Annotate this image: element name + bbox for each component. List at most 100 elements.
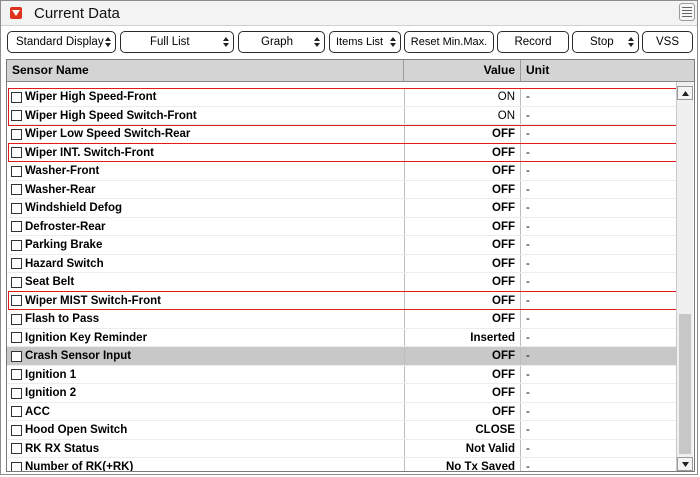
full-list-select[interactable]: Full List [120, 31, 234, 53]
row-checkbox[interactable] [11, 258, 22, 270]
sensor-value: OFF [404, 143, 521, 162]
sensor-unit: - [526, 257, 530, 270]
scrollbar-thumb[interactable] [679, 314, 691, 454]
toolbar: Standard Display Full List Graph Items L… [1, 27, 697, 59]
row-checkbox[interactable] [11, 128, 22, 140]
table-row[interactable]: Flash to Pass OFF - [7, 310, 676, 329]
scroll-up-button[interactable] [677, 86, 693, 100]
sensor-name: Wiper High Speed-Front [25, 91, 157, 103]
sensor-name-cell: Wiper MIST Switch-Front [7, 292, 404, 311]
sensor-name: Flash to Pass [25, 313, 100, 325]
updown-caret-icon [105, 37, 111, 47]
reset-min-max-button[interactable]: Reset Min.Max. [404, 31, 494, 53]
table-row[interactable]: Seat Belt OFF - [7, 273, 676, 292]
row-checkbox[interactable] [11, 239, 22, 251]
table-row[interactable]: RK RX Status Not Valid - [7, 439, 676, 458]
sensor-value: No Tx Saved [404, 458, 521, 471]
table-row[interactable]: Ignition Key Reminder Inserted - [7, 328, 676, 347]
collapse-button[interactable] [10, 7, 22, 19]
graph-select[interactable]: Graph [238, 31, 325, 53]
table-row[interactable]: Wiper INT. Switch-Front OFF - [7, 143, 676, 163]
row-checkbox[interactable] [11, 443, 22, 455]
table-row[interactable]: Ignition 2 OFF - [7, 384, 676, 403]
updown-caret-icon [314, 37, 320, 47]
table-row[interactable]: Parking Brake OFF - [7, 236, 676, 255]
row-checkbox[interactable] [11, 91, 22, 103]
sensor-value: OFF [404, 125, 521, 144]
record-button[interactable]: Record [497, 31, 569, 53]
sensor-unit: - [526, 424, 530, 436]
items-list-select[interactable]: Items List [329, 31, 401, 53]
vss-button[interactable]: VSS [642, 31, 693, 53]
row-checkbox[interactable] [11, 387, 22, 399]
chevron-down-icon [12, 10, 20, 16]
standard-display-select[interactable]: Standard Display [7, 31, 116, 53]
sensor-value: OFF [404, 162, 521, 181]
row-checkbox[interactable] [11, 369, 22, 381]
table-row[interactable]: Washer-Front OFF - [7, 162, 676, 181]
column-header-unit[interactable]: Unit [521, 60, 694, 81]
sensor-name-cell: Wiper High Speed-Front [7, 88, 404, 107]
row-checkbox[interactable] [11, 461, 22, 471]
table-row[interactable]: Hazard Switch OFF - [7, 254, 676, 273]
table-row[interactable]: ACC OFF - [7, 402, 676, 421]
sensor-unit: - [526, 331, 530, 344]
table-row[interactable]: Hood Open Switch CLOSE - [7, 421, 676, 440]
sensor-unit: - [526, 128, 530, 140]
row-checkbox[interactable] [11, 276, 22, 288]
table-row[interactable]: Windshield Defog OFF - [7, 199, 676, 218]
sensor-name-cell: Ignition 2 [7, 384, 404, 403]
sensor-name: Hood Open Switch [25, 424, 128, 436]
table-row[interactable]: Number of RK(+RK) No Tx Saved - [7, 458, 676, 471]
row-checkbox[interactable] [11, 313, 22, 325]
row-checkbox[interactable] [11, 350, 22, 362]
row-checkbox[interactable] [11, 202, 22, 214]
sensor-value: OFF [404, 310, 521, 329]
sensor-name: Wiper Low Speed Switch-Rear [25, 128, 191, 140]
table-row[interactable]: Ignition 1 OFF - [7, 365, 676, 384]
sensor-unit: - [526, 387, 530, 399]
sensor-unit: - [526, 109, 530, 122]
sensor-value: OFF [404, 402, 521, 421]
sensor-name-cell: Washer-Rear [7, 181, 404, 200]
row-checkbox[interactable] [11, 184, 22, 196]
row-checkbox[interactable] [11, 165, 22, 177]
table-row[interactable]: Wiper Low Speed Switch-Rear OFF - [7, 125, 676, 144]
table-row[interactable]: Defroster-Rear OFF - [7, 217, 676, 237]
sensor-name: Ignition 1 [25, 368, 77, 381]
table-row[interactable]: Wiper MIST Switch-Front OFF - [7, 291, 676, 311]
sensor-name: Washer-Rear [25, 183, 96, 196]
row-checkbox[interactable] [11, 221, 22, 233]
sensor-name-cell: Wiper INT. Switch-Front [7, 144, 404, 163]
panel-menu-button[interactable] [679, 3, 695, 21]
sensor-unit: - [526, 294, 530, 307]
sensor-name-cell: Seat Belt [7, 273, 404, 292]
sensor-unit: - [526, 146, 530, 159]
vertical-scrollbar[interactable] [676, 82, 693, 471]
sensor-unit: - [526, 239, 530, 251]
table-row[interactable]: Crash Sensor Input OFF - [7, 347, 676, 366]
row-checkbox[interactable] [11, 147, 22, 159]
sensor-unit: - [526, 405, 530, 418]
column-header-value[interactable]: Value [404, 60, 521, 81]
row-checkbox[interactable] [11, 406, 22, 418]
sensor-unit: - [526, 313, 530, 325]
sensor-name: Wiper INT. Switch-Front [25, 146, 154, 159]
table-row[interactable]: Wiper High Speed-Front ON - [7, 88, 676, 107]
sensor-unit: - [526, 183, 530, 196]
row-checkbox[interactable] [11, 110, 22, 122]
sensor-unit: - [526, 91, 530, 103]
stop-select[interactable]: Stop [572, 31, 639, 53]
row-checkbox[interactable] [11, 295, 22, 307]
row-checkbox[interactable] [11, 332, 22, 344]
sensor-name-cell: Defroster-Rear [7, 218, 404, 237]
row-checkbox[interactable] [11, 424, 22, 436]
sensor-value: OFF [404, 291, 521, 310]
column-header-name[interactable]: Sensor Name [7, 60, 404, 81]
sensor-name: Windshield Defog [25, 202, 123, 214]
scroll-down-button[interactable] [677, 457, 693, 471]
sensor-name: Hazard Switch [25, 257, 104, 270]
table-row[interactable]: Washer-Rear OFF - [7, 180, 676, 200]
arrow-up-icon [681, 90, 689, 96]
table-row[interactable]: Wiper High Speed Switch-Front ON - [7, 106, 676, 125]
